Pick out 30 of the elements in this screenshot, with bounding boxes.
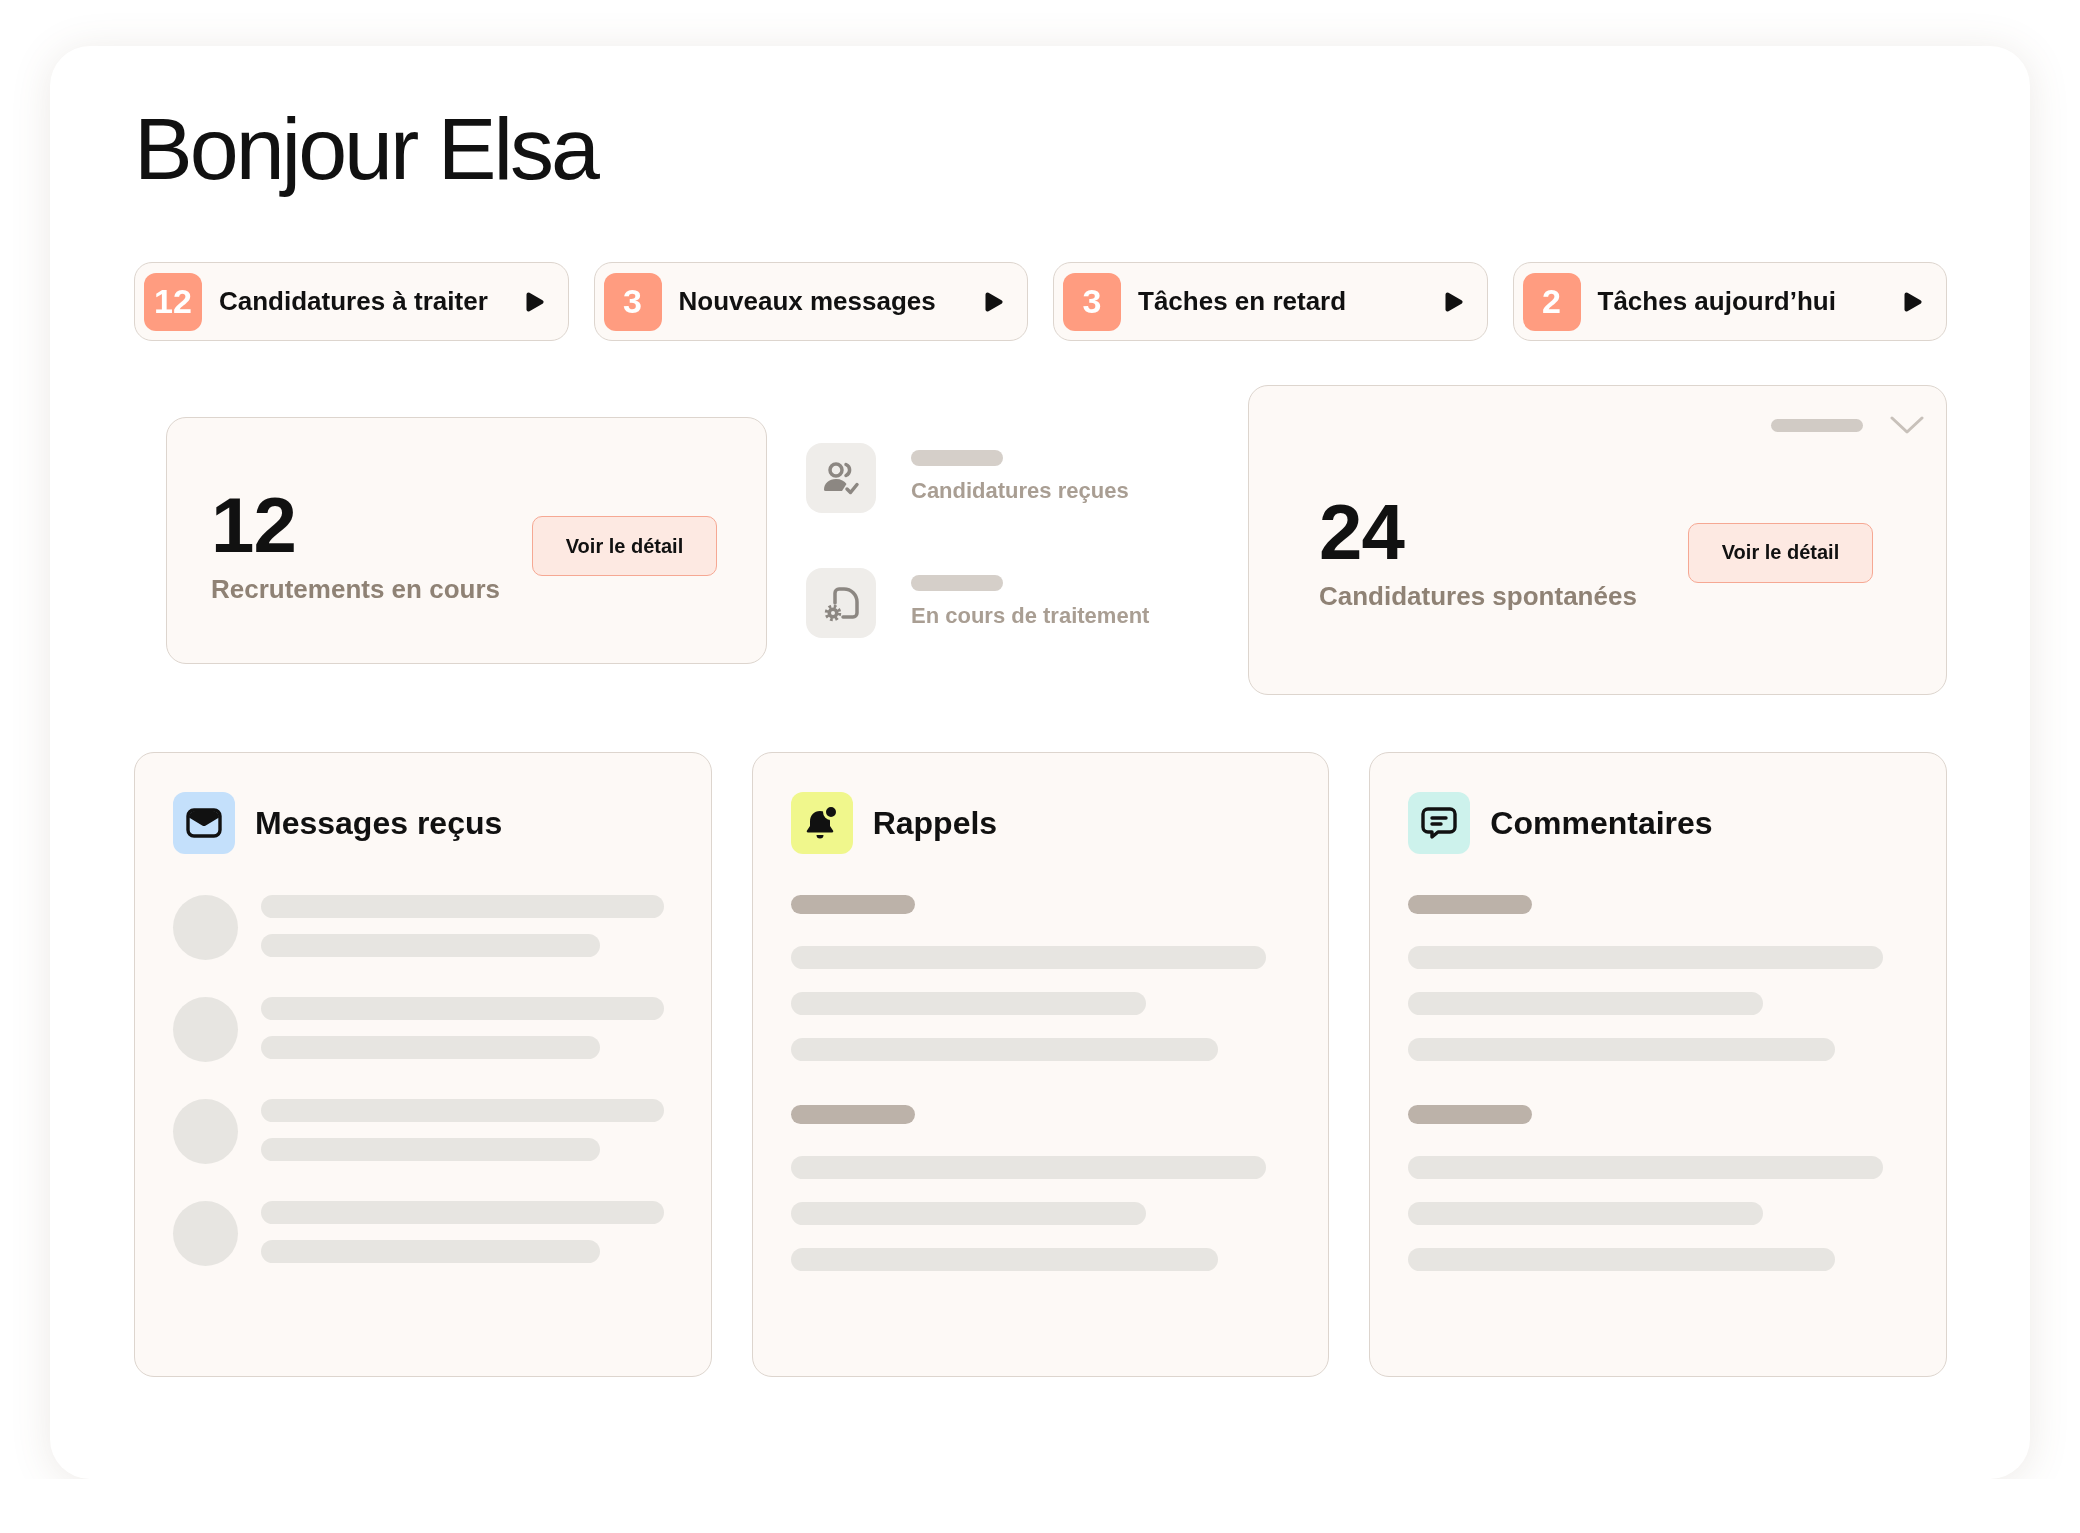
- count-badge: 2: [1522, 272, 1581, 331]
- play-icon: [525, 291, 544, 312]
- play-icon: [1904, 291, 1922, 312]
- speech-bubble-icon: [1408, 792, 1471, 854]
- user-check-icon: [806, 442, 876, 513]
- status-label: En cours de traitement: [911, 603, 1150, 630]
- count-badge: 3: [603, 272, 662, 331]
- count-badge: 12: [144, 272, 202, 331]
- detail-button[interactable]: Voir le détail: [1688, 522, 1873, 583]
- shortcut-button[interactable]: 3 Nouveaux messages: [593, 262, 1028, 341]
- shortcut-button[interactable]: 12 Candidatures à traiter: [134, 262, 569, 341]
- stat-label: Recrutements en cours: [211, 574, 500, 606]
- play-icon: [1444, 291, 1463, 312]
- stat-label: Candidatures spontanées: [1319, 581, 1637, 613]
- panel-title: Commentaires: [1490, 803, 1713, 843]
- document-gear-icon: [806, 567, 876, 638]
- play-icon: [985, 291, 1003, 312]
- count-badge: 3: [1063, 272, 1121, 331]
- greeting-title: Bonjour Elsa: [134, 98, 600, 200]
- chevron-down-icon[interactable]: [1890, 415, 1924, 435]
- detail-button[interactable]: Voir le détail: [532, 516, 717, 576]
- shortcut-button[interactable]: 2 Tâches aujourd’hui: [1512, 262, 1947, 341]
- stat-value: 12: [211, 486, 296, 565]
- envelope-icon: [173, 792, 235, 854]
- panel-title: Rappels: [872, 803, 998, 843]
- stat-value: 24: [1319, 493, 1404, 571]
- bell-icon: [790, 792, 853, 854]
- status-label: Candidatures reçues: [911, 478, 1129, 505]
- shortcut-button[interactable]: 3 Tâches en retard: [1053, 262, 1488, 341]
- panel-title: Messages reçus: [255, 803, 503, 843]
